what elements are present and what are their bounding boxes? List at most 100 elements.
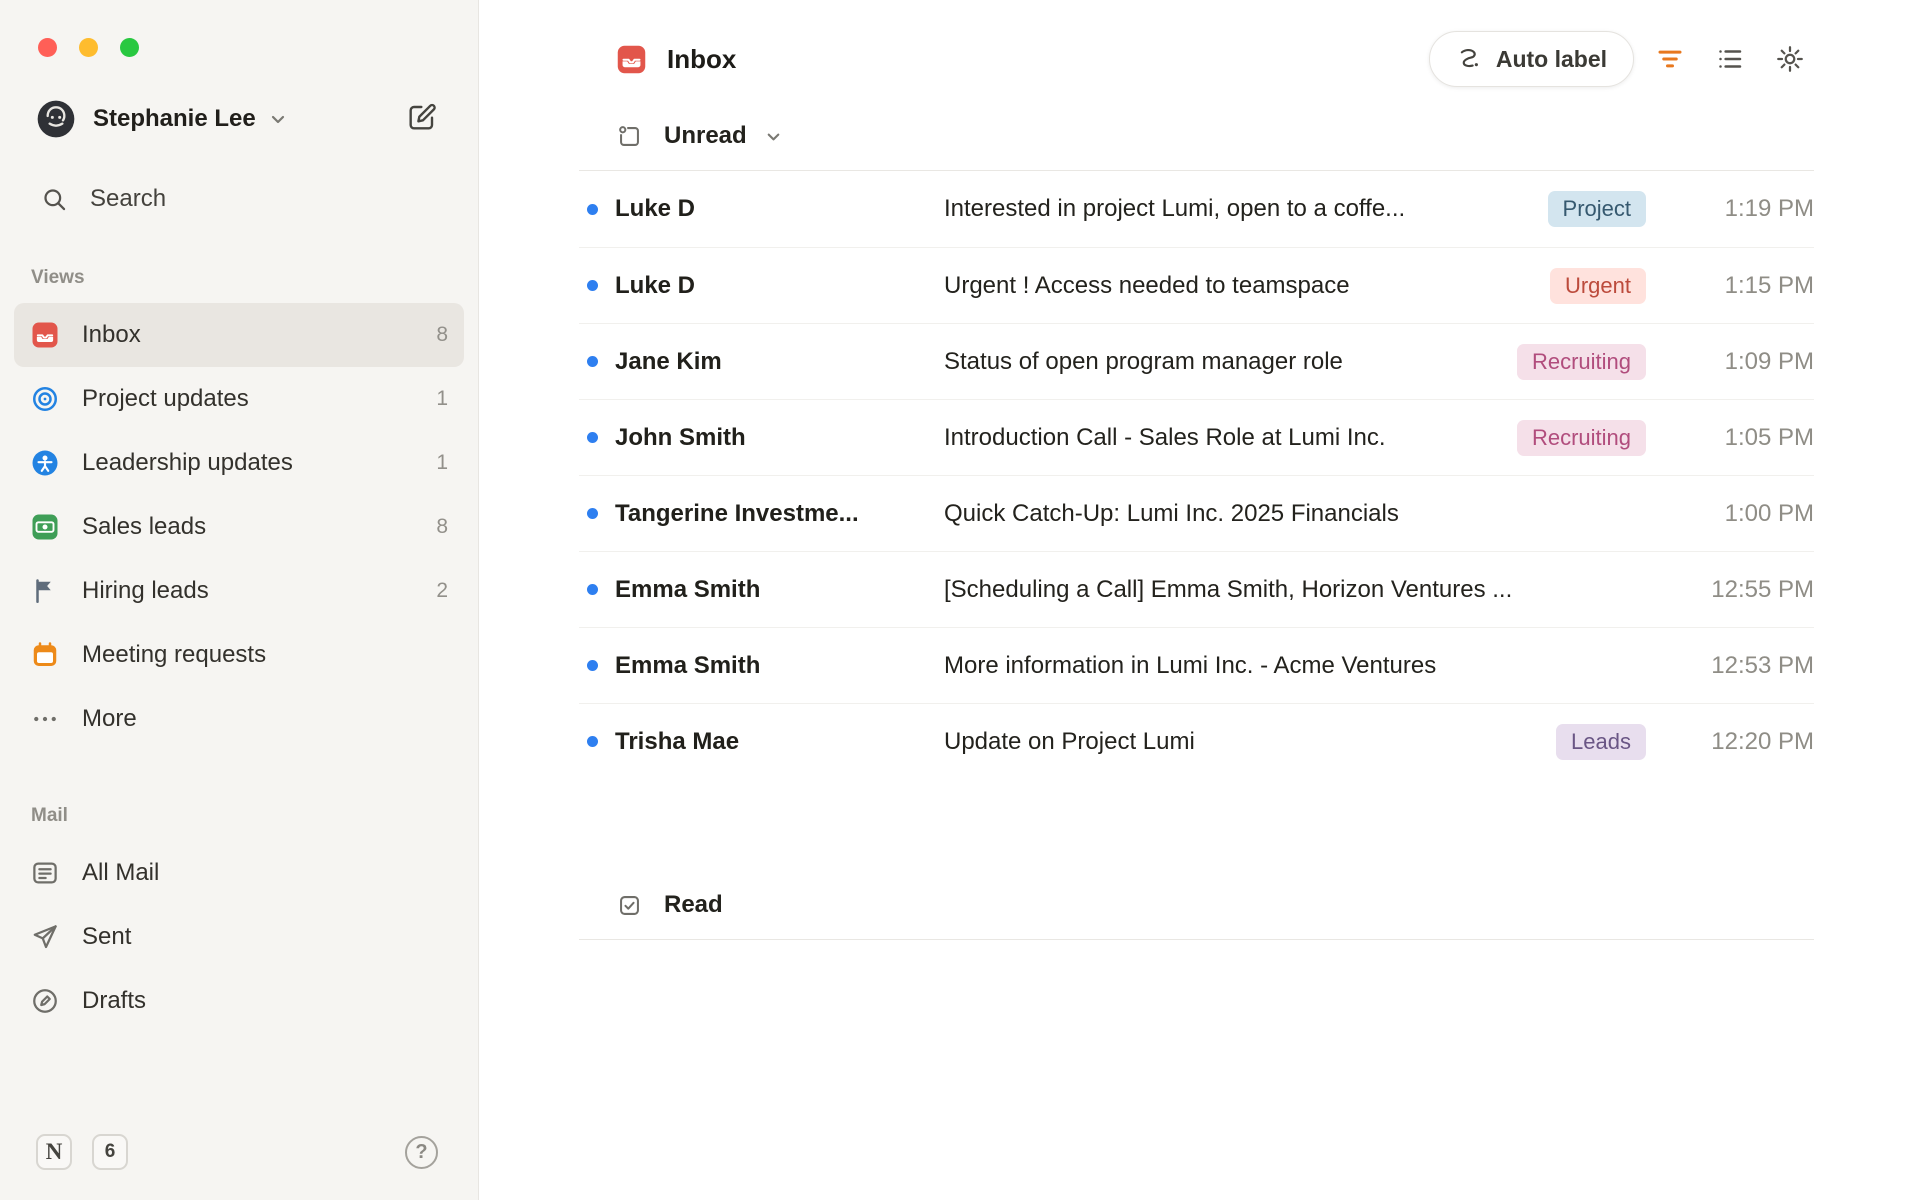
email-label-badge: Project bbox=[1547, 191, 1646, 227]
sidebar-item-sales-leads[interactable]: Sales leads 8 bbox=[14, 495, 464, 559]
sidebar-section-title: Views bbox=[31, 267, 85, 288]
sidebar-item-meeting-requests[interactable]: Meeting requests bbox=[14, 623, 464, 687]
list-icon bbox=[1715, 44, 1745, 74]
sidebar-item-sent[interactable]: Sent bbox=[14, 905, 464, 969]
profile-row[interactable]: Stephanie Lee bbox=[36, 99, 442, 139]
email-row[interactable]: Emma Smith [Scheduling a Call] Emma Smith… bbox=[579, 551, 1814, 627]
person-icon bbox=[30, 448, 60, 478]
divider bbox=[579, 939, 1814, 940]
email-subject: Urgent ! Access needed to teamspace bbox=[944, 271, 1350, 299]
sidebar-footer: N 6 ? bbox=[0, 1134, 478, 1200]
calendar-badge-icon[interactable]: 6 bbox=[92, 1134, 128, 1170]
email-list: Luke D Interested in project Lumi, open t… bbox=[579, 171, 1814, 779]
sidebar-item-label: Meeting requests bbox=[82, 641, 267, 668]
email-label-badge: Urgent bbox=[1549, 267, 1646, 304]
inbox-icon bbox=[30, 320, 60, 350]
avatar bbox=[36, 99, 76, 139]
close-window-button[interactable] bbox=[38, 38, 57, 57]
chevron-down-icon bbox=[266, 107, 290, 131]
send-icon bbox=[30, 922, 60, 952]
mail-icon bbox=[30, 858, 60, 888]
email-row[interactable]: Tangerine Investme... Quick Catch-Up: Lum… bbox=[579, 475, 1814, 551]
auto-label-button-label: Auto label bbox=[1495, 45, 1607, 72]
filter-icon bbox=[1655, 44, 1685, 74]
wand-icon bbox=[1456, 46, 1483, 73]
compose-icon bbox=[406, 101, 438, 137]
email-row[interactable]: Luke D Urgent ! Access needed to teamspac… bbox=[579, 247, 1814, 323]
sidebar-item-count: 1 bbox=[436, 387, 448, 410]
email-label-badge: Recruiting bbox=[1516, 343, 1646, 380]
sidebar-item-label: Drafts bbox=[82, 987, 147, 1014]
select-status-icon bbox=[616, 123, 643, 150]
sidebar-item-drafts[interactable]: Drafts bbox=[14, 969, 464, 1033]
email-row[interactable]: Emma Smith More information in Lumi Inc. … bbox=[579, 627, 1814, 703]
auto-label-button[interactable]: Auto label bbox=[1428, 31, 1634, 87]
gear-icon bbox=[1775, 44, 1805, 74]
email-row[interactable]: Luke D Interested in project Lumi, open t… bbox=[579, 171, 1814, 247]
sidebar-item-more[interactable]: More bbox=[14, 687, 464, 751]
sidebar-item-label: All Mail bbox=[82, 859, 160, 886]
list-view-button[interactable] bbox=[1706, 35, 1754, 83]
email-subject: More information in Lumi Inc. - Acme Ven… bbox=[944, 651, 1437, 679]
search-label: Search bbox=[90, 185, 167, 212]
sidebar-item-leadership-updates[interactable]: Leadership updates 1 bbox=[14, 431, 464, 495]
sidebar-section: Views Inbox 8 Project updates 1 Leadership up… bbox=[14, 267, 464, 751]
sidebar: Stephanie Lee Search Views Inbox 8 Project … bbox=[0, 0, 479, 1200]
email-row[interactable]: Trisha Mae Update on Project Lumi Leads 12:… bbox=[579, 703, 1814, 779]
search[interactable]: Search bbox=[41, 185, 442, 213]
sidebar-item-label: Sent bbox=[82, 923, 132, 950]
email-sender: Tangerine Investme... bbox=[615, 499, 859, 527]
sidebar-item-count: 1 bbox=[436, 451, 448, 474]
compose-button[interactable] bbox=[406, 101, 442, 137]
email-row[interactable]: Jane Kim Status of open program manager r… bbox=[579, 323, 1814, 399]
email-sender: Emma Smith bbox=[615, 651, 761, 679]
help-button[interactable]: ? bbox=[405, 1135, 438, 1169]
email-subject: Quick Catch-Up: Lumi Inc. 2025 Financial… bbox=[944, 499, 1399, 527]
email-sender: Emma Smith bbox=[615, 575, 761, 603]
zoom-window-button[interactable] bbox=[120, 38, 139, 57]
email-time: 1:05 PM bbox=[1724, 423, 1814, 451]
email-time: 1:15 PM bbox=[1724, 271, 1814, 299]
unread-label: Unread bbox=[664, 122, 747, 149]
email-label-badge: Recruiting bbox=[1516, 419, 1646, 456]
unread-dot bbox=[587, 203, 598, 215]
sidebar-item-label: More bbox=[82, 705, 137, 732]
email-subject: Status of open program manager role bbox=[944, 347, 1343, 375]
unread-dot bbox=[587, 280, 598, 291]
draft-icon bbox=[30, 986, 60, 1016]
email-sender: Jane Kim bbox=[615, 347, 722, 375]
sidebar-item-all-mail[interactable]: All Mail bbox=[14, 841, 464, 905]
unread-dot bbox=[587, 508, 598, 519]
notion-badge-icon[interactable]: N bbox=[36, 1134, 72, 1170]
inbox-icon bbox=[615, 43, 648, 76]
email-time: 1:00 PM bbox=[1724, 499, 1814, 527]
unread-dot bbox=[587, 432, 598, 443]
mail-app: Stephanie Lee Search Views Inbox 8 Project … bbox=[0, 0, 1920, 1200]
email-row[interactable]: John Smith Introduction Call - Sales Role… bbox=[579, 399, 1814, 475]
sidebar-item-project-updates[interactable]: Project updates 1 bbox=[14, 367, 464, 431]
unread-dot bbox=[587, 584, 598, 595]
filter-button[interactable] bbox=[1646, 35, 1694, 83]
email-label-badge: Leads bbox=[1556, 723, 1646, 760]
sidebar-item-inbox[interactable]: Inbox 8 bbox=[14, 303, 464, 367]
unread-section-header[interactable]: Unread bbox=[579, 114, 1814, 158]
email-sender: Trisha Mae bbox=[615, 727, 740, 755]
dots-icon bbox=[30, 704, 60, 734]
sidebar-item-hiring-leads[interactable]: Hiring leads 2 bbox=[14, 559, 464, 623]
email-time: 12:55 PM bbox=[1711, 575, 1814, 603]
sidebar-item-count: 8 bbox=[436, 515, 448, 538]
chevron-down-icon bbox=[762, 125, 785, 148]
title-wrap: Inbox bbox=[579, 43, 736, 76]
flag-icon bbox=[30, 576, 60, 606]
read-label: Read bbox=[664, 891, 723, 918]
settings-button[interactable] bbox=[1766, 35, 1814, 83]
email-subject: Interested in project Lumi, open to a co… bbox=[944, 195, 1406, 222]
read-section-header[interactable]: Read bbox=[579, 883, 1814, 927]
email-subject: [Scheduling a Call] Emma Smith, Horizon … bbox=[944, 575, 1513, 603]
email-sender: Luke D bbox=[615, 271, 696, 299]
email-time: 1:19 PM bbox=[1724, 195, 1814, 222]
email-sender: Luke D bbox=[615, 195, 696, 222]
user-name: Stephanie Lee bbox=[93, 105, 256, 132]
minimize-window-button[interactable] bbox=[79, 38, 98, 57]
sidebar-item-label: Inbox bbox=[82, 321, 141, 348]
